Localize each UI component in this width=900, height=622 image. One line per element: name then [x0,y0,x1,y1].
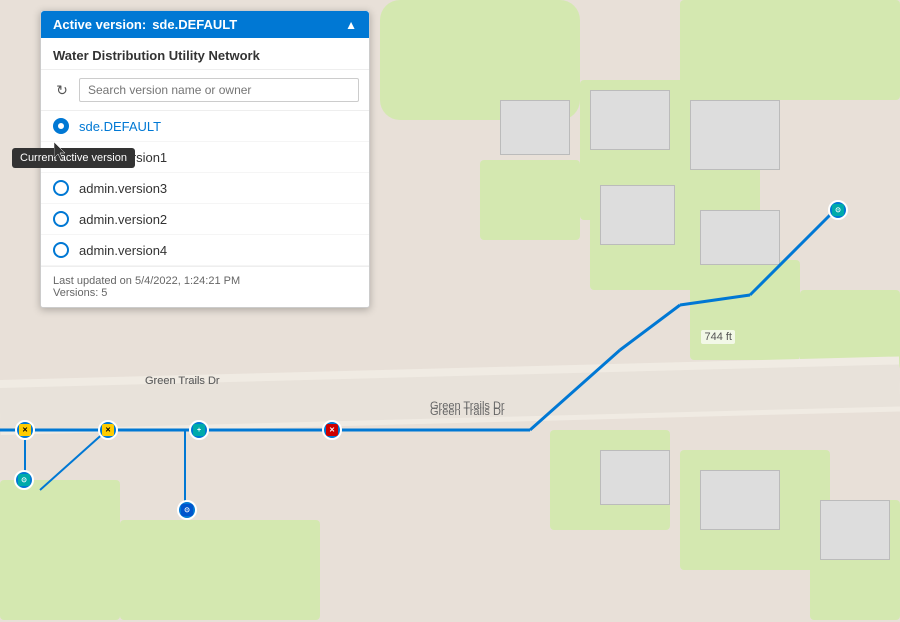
elevation-label: 744 ft [701,330,735,344]
version-radio[interactable] [53,180,69,196]
network-node[interactable]: ✕ [15,420,35,440]
node-badge: ✕ [102,424,114,436]
network-node[interactable]: ⊙ [828,200,848,220]
version-name: admin.version3 [79,181,167,196]
road-label-green-trails: Green Trails Dr [145,375,220,387]
network-node[interactable]: ✕ [98,420,118,440]
green-area [480,160,580,240]
building [690,100,780,170]
version-name: sde.DEFAULT [79,119,161,134]
building [590,90,670,150]
version-name: admin.version4 [79,243,167,258]
version-radio[interactable] [53,242,69,258]
building [500,100,570,155]
node-badge: ⊙ [18,474,30,486]
search-input[interactable] [79,78,359,102]
active-version-bar[interactable]: Active version: sde.DEFAULT ▲ [41,11,369,38]
node-badge: ⊙ [181,504,193,516]
node-badge: ⊙ [832,204,844,216]
panel-footer: Last updated on 5/4/2022, 1:24:21 PM Ver… [41,266,369,307]
last-updated-label: Last updated on 5/4/2022, 1:24:21 PM [53,275,357,287]
panel-body: Water Distribution Utility Network ↻ sde… [41,38,369,307]
version-radio[interactable] [53,211,69,227]
node-badge: ✕ [19,424,31,436]
green-area [120,520,320,620]
versions-count-label: Versions: 5 [53,287,357,299]
search-row: ↻ [41,70,369,111]
active-version-name: sde.DEFAULT [152,17,237,32]
version-item[interactable]: sde.DEFAULT [41,111,369,142]
green-area [0,480,120,620]
network-node[interactable]: ✕ [322,420,342,440]
network-node[interactable]: ⊙ [177,500,197,520]
network-node[interactable]: + [189,420,209,440]
refresh-button[interactable]: ↻ [51,79,73,101]
active-version-label: Active version: [53,17,146,32]
version-item[interactable]: admin.version2 [41,204,369,235]
node-badge: ✕ [326,424,338,436]
version-list: sde.DEFAULTadmin.version1admin.version3a… [41,111,369,266]
green-area [680,0,900,100]
network-node[interactable]: ⊙ [14,470,34,490]
panel-title: Water Distribution Utility Network [41,38,369,70]
node-badge: + [193,424,205,436]
building [700,210,780,265]
building [820,500,890,560]
tooltip: Current active version [12,148,135,168]
version-radio[interactable] [53,118,69,134]
building [600,185,675,245]
chevron-up-icon: ▲ [345,18,357,32]
building [600,450,670,505]
version-item[interactable]: admin.version3 [41,173,369,204]
version-name: admin.version2 [79,212,167,227]
green-area [690,260,800,360]
version-item[interactable]: admin.version4 [41,235,369,266]
road-label-green-trails-2: Green Trails Dr [430,406,505,418]
building [700,470,780,530]
